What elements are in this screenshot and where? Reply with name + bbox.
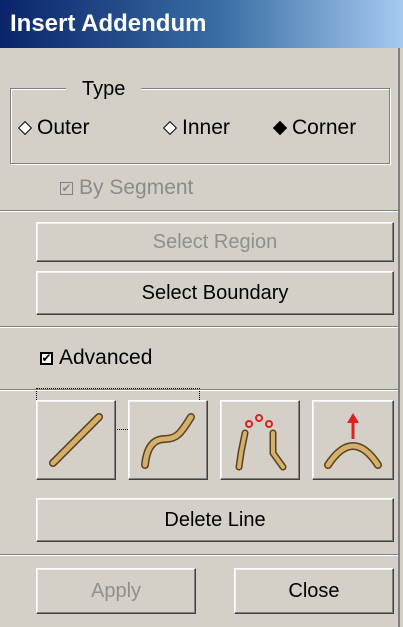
advanced-label: Advanced bbox=[59, 346, 153, 369]
checkmark-icon: ✔ bbox=[60, 181, 73, 195]
separator bbox=[0, 389, 398, 391]
type-group-label: Type bbox=[66, 78, 142, 101]
arc-up-arrow-icon bbox=[324, 413, 382, 469]
straight-line-icon bbox=[49, 413, 103, 467]
radio-corner-label: Corner bbox=[292, 116, 357, 139]
radio-diamond-selected-icon bbox=[272, 120, 288, 136]
radio-corner[interactable]: Corner bbox=[272, 116, 357, 140]
radio-diamond-icon bbox=[17, 120, 33, 136]
radio-diamond-icon bbox=[162, 120, 178, 136]
arc-direction-button[interactable] bbox=[312, 400, 394, 480]
connect-points-button[interactable] bbox=[220, 400, 300, 480]
by-segment-checkbox[interactable]: ✔ By Segment bbox=[60, 176, 193, 200]
window-title: Insert Addendum bbox=[0, 0, 403, 48]
select-boundary-button[interactable]: Select Boundary bbox=[36, 271, 394, 315]
delete-line-button[interactable]: Delete Line bbox=[36, 498, 394, 542]
separator bbox=[0, 326, 398, 328]
advanced-checkbox[interactable]: ✔ Advanced bbox=[40, 346, 152, 370]
radio-outer-label: Outer bbox=[37, 116, 90, 139]
radio-inner-label: Inner bbox=[182, 116, 230, 139]
separator bbox=[0, 554, 398, 556]
radio-outer[interactable]: Outer bbox=[17, 116, 90, 140]
checkmark-icon: ✔ bbox=[40, 351, 53, 365]
close-button[interactable]: Close bbox=[234, 568, 394, 614]
select-region-button[interactable]: Select Region bbox=[36, 222, 394, 262]
dialog-panel: Type Outer Inner Corner ✔ By Segment Sel… bbox=[0, 48, 400, 627]
separator bbox=[0, 210, 398, 212]
by-segment-label: By Segment bbox=[79, 176, 194, 199]
straight-line-button[interactable] bbox=[36, 400, 116, 480]
radio-inner[interactable]: Inner bbox=[162, 116, 230, 140]
curved-line-button[interactable] bbox=[128, 400, 208, 480]
connected-points-line-icon bbox=[235, 414, 287, 471]
apply-button[interactable]: Apply bbox=[36, 568, 196, 614]
curved-line-icon bbox=[141, 413, 195, 469]
